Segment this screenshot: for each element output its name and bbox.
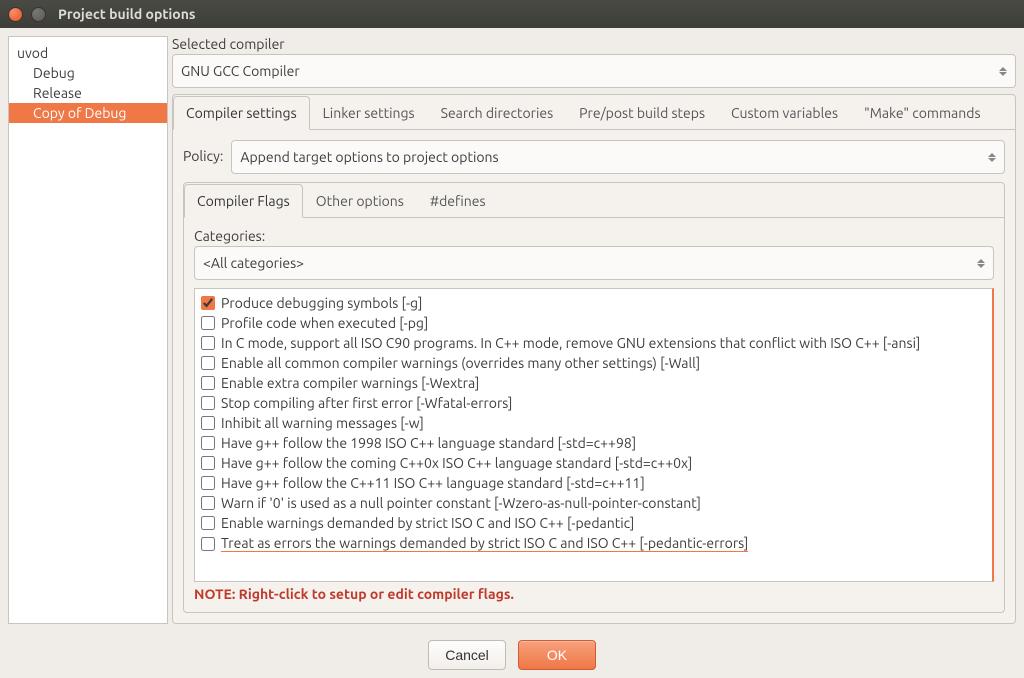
tree-item-copy-of-debug[interactable]: Copy of Debug xyxy=(9,103,167,123)
tab-defines[interactable]: #defines xyxy=(417,184,499,218)
policy-label: Policy: xyxy=(183,148,223,164)
titlebar: Project build options xyxy=(0,0,1024,28)
flag-label: Produce debugging symbols [-g] xyxy=(221,295,422,311)
selected-compiler-label: Selected compiler xyxy=(172,36,1016,52)
project-tree: uvod Debug Release Copy of Debug xyxy=(8,36,168,624)
flag-row[interactable]: Profile code when executed [-pg] xyxy=(201,313,986,333)
flag-label: Enable all common compiler warnings (ove… xyxy=(221,355,700,371)
compiler-combo[interactable]: GNU GCC Compiler xyxy=(172,54,1016,88)
inner-tab-strip: Compiler Flags Other options #defines xyxy=(184,183,1004,218)
tab-custom-variables[interactable]: Custom variables xyxy=(718,96,851,130)
compiler-flag-list[interactable]: Produce debugging symbols [-g] Profile co… xyxy=(194,288,994,582)
flag-label: In C mode, support all ISO C90 programs.… xyxy=(221,335,920,351)
tree-item-release[interactable]: Release xyxy=(9,83,167,103)
flag-row[interactable]: Inhibit all warning messages [-w] xyxy=(201,413,986,433)
flag-label: Profile code when executed [-pg] xyxy=(221,315,428,331)
flag-checkbox[interactable] xyxy=(201,376,215,390)
flag-checkbox[interactable] xyxy=(201,416,215,430)
flag-label: Have g++ follow the coming C++0x ISO C++… xyxy=(221,455,692,471)
chevron-updown-icon xyxy=(988,153,996,162)
minimize-icon[interactable] xyxy=(31,7,46,22)
flag-label: Inhibit all warning messages [-w] xyxy=(221,415,424,431)
tree-item-root[interactable]: uvod xyxy=(9,43,167,63)
flag-checkbox[interactable] xyxy=(201,496,215,510)
close-icon[interactable] xyxy=(8,7,23,22)
flag-label: Warn if '0' is used as a null pointer co… xyxy=(221,495,701,511)
flag-checkbox[interactable] xyxy=(201,456,215,470)
flag-checkbox[interactable] xyxy=(201,296,215,310)
policy-row: Policy: Append target options to project… xyxy=(183,140,1005,174)
categories-combo-value: <All categories> xyxy=(203,255,304,271)
flag-row[interactable]: Enable warnings demanded by strict ISO C… xyxy=(201,513,986,533)
flag-label: Enable extra compiler warnings [-Wextra] xyxy=(221,375,479,391)
flag-row[interactable]: Treat as errors the warnings demanded by… xyxy=(201,533,986,554)
tab-compiler-settings[interactable]: Compiler settings xyxy=(173,96,310,130)
flag-checkbox[interactable] xyxy=(201,516,215,530)
ok-button[interactable]: OK xyxy=(518,640,596,670)
flag-checkbox[interactable] xyxy=(201,436,215,450)
flag-label: Stop compiling after first error [-Wfata… xyxy=(221,395,513,411)
flag-checkbox[interactable] xyxy=(201,356,215,370)
flag-row[interactable]: Have g++ follow the C++11 ISO C++ langua… xyxy=(201,473,986,493)
inner-notebook: Compiler Flags Other options #defines Ca… xyxy=(183,182,1005,613)
flag-row[interactable]: Stop compiling after first error [-Wfata… xyxy=(201,393,986,413)
flag-checkbox[interactable] xyxy=(201,316,215,330)
flag-row[interactable]: Have g++ follow the coming C++0x ISO C++… xyxy=(201,453,986,473)
tab-other-options[interactable]: Other options xyxy=(303,184,417,218)
categories-combo[interactable]: <All categories> xyxy=(194,246,994,280)
tab-linker-settings[interactable]: Linker settings xyxy=(310,96,428,130)
flag-row[interactable]: In C mode, support all ISO C90 programs.… xyxy=(201,333,986,353)
flag-row[interactable]: Produce debugging symbols [-g] xyxy=(201,293,986,313)
compiler-flags-body: Categories: <All categories> Produce deb… xyxy=(184,218,1004,612)
flag-label: Have g++ follow the 1998 ISO C++ languag… xyxy=(221,435,636,451)
dialog-footer: Cancel OK xyxy=(0,632,1024,678)
dialog-content: uvod Debug Release Copy of Debug Selecte… xyxy=(0,28,1024,632)
flag-row[interactable]: Have g++ follow the 1998 ISO C++ languag… xyxy=(201,433,986,453)
tree-item-debug[interactable]: Debug xyxy=(9,63,167,83)
flag-checkbox[interactable] xyxy=(201,396,215,410)
tab-compiler-flags[interactable]: Compiler Flags xyxy=(184,184,303,218)
policy-combo[interactable]: Append target options to project options xyxy=(231,140,1005,174)
window-title: Project build options xyxy=(58,6,196,22)
compiler-settings-body: Policy: Append target options to project… xyxy=(173,130,1015,623)
flag-row[interactable]: Warn if '0' is used as a null pointer co… xyxy=(201,493,986,513)
outer-tab-strip: Compiler settings Linker settings Search… xyxy=(173,95,1015,130)
selected-compiler-block: Selected compiler GNU GCC Compiler xyxy=(172,36,1016,88)
footnote: NOTE: Right-click to setup or edit compi… xyxy=(194,586,994,602)
policy-combo-value: Append target options to project options xyxy=(240,149,498,165)
categories-label: Categories: xyxy=(194,228,994,244)
flag-checkbox[interactable] xyxy=(201,336,215,350)
chevron-updown-icon xyxy=(999,67,1007,76)
flag-label: Treat as errors the warnings demanded by… xyxy=(221,535,748,552)
tab-make-commands[interactable]: "Make" commands xyxy=(851,96,993,130)
outer-notebook: Compiler settings Linker settings Search… xyxy=(172,94,1016,624)
compiler-combo-value: GNU GCC Compiler xyxy=(181,63,300,79)
cancel-button[interactable]: Cancel xyxy=(428,640,506,670)
tab-search-directories[interactable]: Search directories xyxy=(428,96,567,130)
flag-row[interactable]: Enable all common compiler warnings (ove… xyxy=(201,353,986,373)
flag-checkbox[interactable] xyxy=(201,537,215,551)
settings-panel: Selected compiler GNU GCC Compiler Compi… xyxy=(172,36,1016,624)
flag-label: Enable warnings demanded by strict ISO C… xyxy=(221,515,634,531)
flag-row[interactable]: Enable extra compiler warnings [-Wextra] xyxy=(201,373,986,393)
tab-pre-post-build[interactable]: Pre/post build steps xyxy=(566,96,718,130)
flag-checkbox[interactable] xyxy=(201,476,215,490)
chevron-updown-icon xyxy=(977,259,985,268)
flag-label: Have g++ follow the C++11 ISO C++ langua… xyxy=(221,475,645,491)
